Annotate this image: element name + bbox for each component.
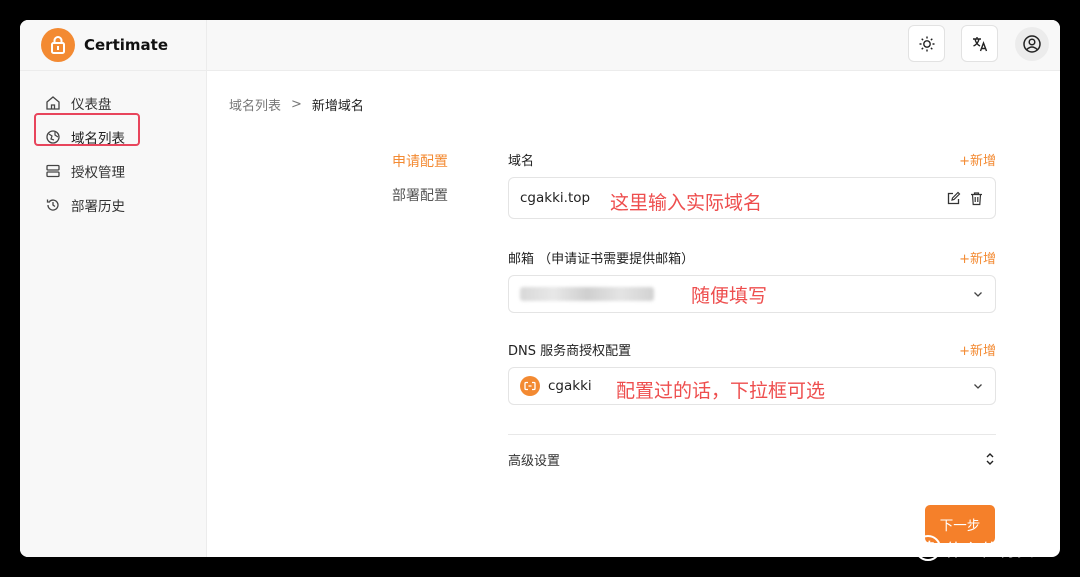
- sidebar-item-label: 域名列表: [71, 131, 125, 147]
- sidebar: Certimate 仪表盘 域名列表 授权管理 部署历史: [20, 20, 207, 557]
- email-add-link[interactable]: +新增: [959, 248, 996, 267]
- email-field-header: 邮箱 （申请证书需要提供邮箱） +新增: [508, 244, 996, 270]
- sidebar-item-dashboard[interactable]: 仪表盘: [20, 86, 206, 120]
- form-steps: 申请配置 部署配置: [392, 151, 448, 219]
- dns-value: cgakki: [548, 378, 592, 394]
- dns-select[interactable]: cgakki 配置过的话，下拉框可选: [508, 367, 996, 405]
- chevron-down-icon: [974, 384, 982, 389]
- server-icon: [46, 164, 60, 178]
- trash-icon[interactable]: [969, 191, 984, 206]
- sun-icon: [919, 36, 934, 51]
- history-icon: [46, 199, 59, 211]
- chevron-up-down-icon: [986, 453, 994, 465]
- sidebar-item-label: 授权管理: [71, 165, 125, 181]
- app-title: Certimate: [84, 36, 168, 54]
- watermark-text: 什么值得买: [945, 540, 1035, 561]
- sidebar-item-label: 部署历史: [71, 199, 125, 215]
- email-select[interactable]: 随便填写: [508, 275, 996, 313]
- advanced-settings-toggle[interactable]: 高级设置: [508, 435, 996, 483]
- breadcrumb: 域名列表 > 新增域名: [229, 95, 364, 114]
- email-annotation-note: 随便填写: [691, 285, 768, 307]
- theme-toggle-button[interactable]: [908, 25, 945, 62]
- dns-annotation-note: 配置过的话，下拉框可选: [616, 380, 826, 402]
- domain-label: 域名: [508, 153, 535, 169]
- translate-icon: [972, 36, 987, 51]
- sidebar-nav: 仪表盘 域名列表 授权管理 部署历史: [20, 71, 206, 222]
- chevron-down-icon: [974, 292, 982, 297]
- breadcrumb-parent-link[interactable]: 域名列表: [229, 95, 281, 114]
- domain-add-link[interactable]: +新增: [959, 150, 996, 169]
- watermark-logo: 值: [915, 535, 941, 561]
- domain-annotation-note: 这里输入实际域名: [610, 192, 763, 214]
- language-button[interactable]: [961, 25, 998, 62]
- user-circle-icon: [1023, 35, 1041, 53]
- logo-row: Certimate: [20, 20, 206, 71]
- step-apply-config[interactable]: 申请配置: [392, 151, 448, 185]
- email-label: 邮箱 （申请证书需要提供邮箱）: [508, 251, 695, 267]
- dns-field-header: DNS 服务商授权配置 +新增: [508, 336, 996, 362]
- dns-label: DNS 服务商授权配置: [508, 343, 632, 359]
- globe-icon: [46, 130, 60, 144]
- edit-icon[interactable]: [946, 191, 961, 206]
- email-value-blurred: [520, 287, 654, 301]
- advanced-settings-label: 高级设置: [508, 453, 561, 469]
- watermark: 值 什么值得买: [915, 535, 1035, 561]
- app-window: Certimate 仪表盘 域名列表 授权管理 部署历史 域名列表 > 新增域名…: [20, 20, 1060, 557]
- dns-add-link[interactable]: +新增: [959, 340, 996, 359]
- home-icon: [46, 96, 60, 110]
- sidebar-item-label: 仪表盘: [71, 97, 112, 113]
- user-avatar-button[interactable]: [1015, 27, 1049, 61]
- sidebar-item-access[interactable]: 授权管理: [20, 154, 206, 188]
- step-deploy-config[interactable]: 部署配置: [392, 185, 448, 219]
- aliyun-logo-icon: [520, 376, 540, 396]
- domain-field-header: 域名 +新增: [508, 146, 996, 172]
- top-bar: [207, 20, 1060, 71]
- domain-input[interactable]: cgakki.top 这里输入实际域名: [508, 177, 996, 219]
- breadcrumb-separator: >: [291, 97, 302, 112]
- domain-form: 域名 +新增 cgakki.top 这里输入实际域名 邮箱 （申请证书需要提供邮…: [508, 146, 996, 483]
- sidebar-item-history[interactable]: 部署历史: [20, 188, 206, 222]
- breadcrumb-current: 新增域名: [311, 99, 364, 114]
- sidebar-item-domains[interactable]: 域名列表: [20, 120, 206, 154]
- lock-logo-icon: [41, 28, 75, 62]
- domain-value: cgakki.top: [520, 190, 591, 206]
